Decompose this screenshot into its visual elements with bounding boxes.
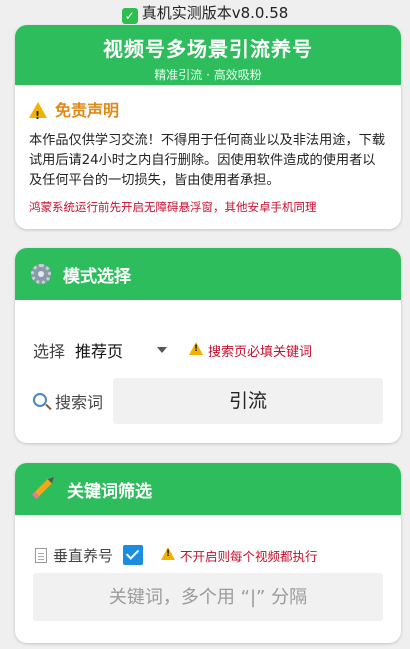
mode-title: 模式选择	[63, 266, 131, 287]
search-row: 搜索词 引流	[33, 378, 383, 424]
version-text: 真机实测版本v8.0.58	[141, 4, 289, 22]
document-icon	[35, 547, 47, 563]
mode-select-row: 选择 推荐页 搜索页必填关键词	[33, 338, 312, 362]
warning-icon	[189, 341, 204, 355]
vertical-label: 垂直养号	[53, 546, 114, 565]
mode-header: 模式选择	[15, 248, 401, 300]
version-banner: ✓ 真机实测版本v8.0.58	[0, 2, 410, 24]
vertical-row: 垂直养号 不开启则每个视频都执行	[35, 543, 318, 567]
search-label: 搜索词	[55, 393, 104, 412]
vertical-checkbox[interactable]	[123, 545, 144, 565]
select-label: 选择	[33, 342, 66, 361]
pencil-icon	[32, 479, 52, 499]
keyword-input[interactable]	[33, 573, 383, 621]
app-title: 视频号多场景引流养号	[103, 37, 313, 61]
keyword-card: 关键词筛选 垂直养号 不开启则每个视频都执行	[15, 463, 401, 643]
disclaimer-body: 本作品仅供学习交流！不得用于任何商业以及非法用途，下载试用后请24小时之内自行删…	[29, 133, 386, 188]
warning-icon	[29, 101, 47, 128]
keyword-warning-text: 不开启则每个视频都执行	[180, 548, 318, 564]
warning-icon	[161, 546, 176, 560]
search-input[interactable]: 引流	[113, 378, 383, 424]
keyword-title: 关键词筛选	[67, 481, 152, 502]
mode-card: 模式选择 选择 推荐页 搜索页必填关键词 搜索词 引流	[15, 248, 401, 443]
search-icon	[33, 392, 47, 407]
keyword-header: 关键词筛选	[15, 463, 401, 515]
mode-dropdown[interactable]: 推荐页	[65, 338, 189, 362]
check-icon: ✓	[121, 8, 138, 24]
disclaimer-note: 鸿蒙系统运行前先开启无障碍悬浮窗，其他安卓手机同理	[29, 200, 317, 214]
gear-icon	[31, 264, 51, 284]
disclaimer-heading: 免责声明	[29, 99, 401, 128]
mode-dropdown-value: 推荐页	[75, 342, 124, 361]
app-header: 视频号多场景引流养号 精准引流 · 高效吸粉	[15, 25, 401, 85]
keyword-warning: 不开启则每个视频都执行	[161, 546, 318, 565]
mode-warning: 搜索页必填关键词	[189, 341, 312, 360]
chevron-down-icon	[157, 347, 168, 353]
disclaimer-card: 视频号多场景引流养号 精准引流 · 高效吸粉 免责声明 本作品仅供学习交流！不得…	[15, 25, 401, 229]
mode-warning-text: 搜索页必填关键词	[208, 344, 313, 360]
app-subtitle: 精准引流 · 高效吸粉	[154, 68, 262, 82]
disclaimer-title: 免责声明	[55, 101, 120, 120]
